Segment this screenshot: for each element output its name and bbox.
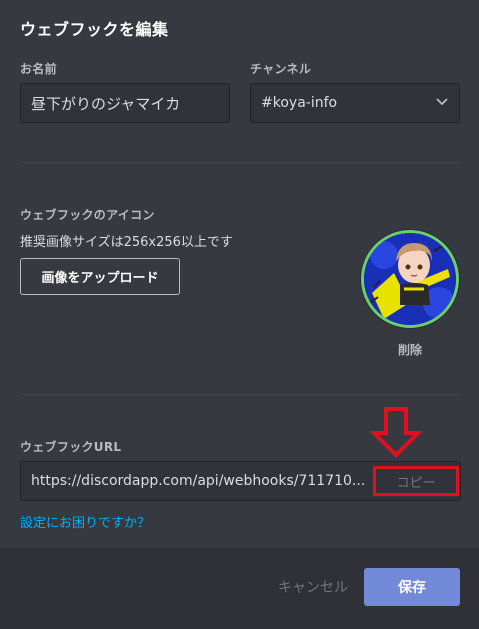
webhook-url-value: https://discordapp.com/api/webhooks/7117… (31, 473, 366, 489)
name-input[interactable]: 昼下がりのジャマイカ (20, 83, 230, 123)
divider (20, 162, 459, 163)
name-input-value: 昼下がりのジャマイカ (31, 94, 181, 113)
name-label: お名前 (20, 62, 57, 76)
icon-size-hint: 推奨画像サイズは256x256以上です (20, 235, 233, 250)
webhook-avatar[interactable] (361, 230, 459, 328)
down-arrow-annotation-icon (370, 407, 422, 458)
copy-button[interactable]: コピー (373, 466, 459, 496)
dialog-footer: キャンセル 保存 (0, 548, 479, 629)
help-link[interactable]: 設定にお困りですか？ (20, 512, 150, 531)
url-label: ウェブフックURL (20, 440, 122, 454)
upload-image-button[interactable]: 画像をアップロード (20, 258, 180, 295)
cancel-button[interactable]: キャンセル (268, 568, 358, 606)
divider (20, 394, 459, 395)
channel-select[interactable]: #koya-info (250, 83, 460, 123)
channel-label: チャンネル (250, 62, 312, 76)
dialog-title: ウェブフックを編集 (20, 20, 169, 39)
chevron-down-icon (435, 95, 449, 111)
delete-avatar-button[interactable]: 削除 (360, 341, 460, 358)
icon-section-label: ウェブフックのアイコン (20, 208, 155, 222)
save-button[interactable]: 保存 (364, 568, 460, 606)
channel-select-value: #koya-info (261, 95, 338, 111)
webhook-url-field[interactable]: https://discordapp.com/api/webhooks/7117… (20, 461, 461, 501)
